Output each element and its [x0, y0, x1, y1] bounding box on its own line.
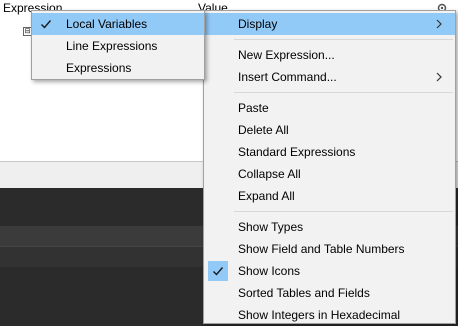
submenu-item-expressions[interactable]: Expressions [32, 57, 204, 79]
menu-item-label: Standard Expressions [238, 145, 356, 159]
menu-item-label: Show Types [238, 220, 304, 234]
checkmark-icon [41, 20, 52, 29]
menu-item-label: Expressions [66, 61, 132, 75]
menu-item-label: Show Integers in Hexadecimal [238, 308, 401, 322]
menu-item-label: Display [238, 17, 278, 31]
menu-item-show-icons[interactable]: Show Icons [204, 260, 455, 282]
menu-item-show-integers-hex[interactable]: Show Integers in Hexadecimal [204, 304, 455, 326]
context-menu: Display New Expression... Insert Command… [203, 10, 456, 324]
menu-separator [234, 39, 453, 40]
menu-item-sorted-tables-fields[interactable]: Sorted Tables and Fields [204, 282, 455, 304]
checkmark-icon [213, 267, 224, 276]
menu-item-expand-all[interactable]: Expand All [204, 185, 455, 207]
menu-item-label: Sorted Tables and Fields [238, 286, 370, 300]
menu-item-label: Collapse All [238, 167, 301, 181]
chevron-right-icon [436, 19, 442, 29]
menu-item-delete-all[interactable]: Delete All [204, 119, 455, 141]
menu-item-label: Show Icons [238, 264, 301, 278]
menu-item-label: Insert Command... [238, 70, 337, 84]
menu-item-label: Line Expressions [66, 39, 158, 53]
menu-item-new-expression[interactable]: New Expression... [204, 44, 455, 66]
menu-separator [234, 211, 453, 212]
menu-item-label: Show Field and Table Numbers [238, 242, 405, 256]
menu-item-collapse-all[interactable]: Collapse All [204, 163, 455, 185]
submenu-item-line-expressions[interactable]: Line Expressions [32, 35, 204, 57]
menu-item-label: New Expression... [238, 48, 335, 62]
menu-item-display[interactable]: Display [204, 13, 455, 35]
menu-item-show-field-table-numbers[interactable]: Show Field and Table Numbers [204, 238, 455, 260]
menu-item-label: Local Variables [66, 17, 148, 31]
menu-item-show-types[interactable]: Show Types [204, 216, 455, 238]
menu-item-label: Expand All [238, 189, 295, 203]
menu-item-standard-expressions[interactable]: Standard Expressions [204, 141, 455, 163]
display-submenu: Local Variables Line Expressions Express… [31, 10, 205, 80]
menu-item-paste[interactable]: Paste [204, 97, 455, 119]
chevron-right-icon [436, 72, 442, 82]
submenu-item-local-variables[interactable]: Local Variables [32, 13, 204, 35]
menu-item-label: Delete All [238, 123, 289, 137]
menu-separator [234, 92, 453, 93]
menu-item-insert-command[interactable]: Insert Command... [204, 66, 455, 88]
menu-item-label: Paste [238, 101, 269, 115]
